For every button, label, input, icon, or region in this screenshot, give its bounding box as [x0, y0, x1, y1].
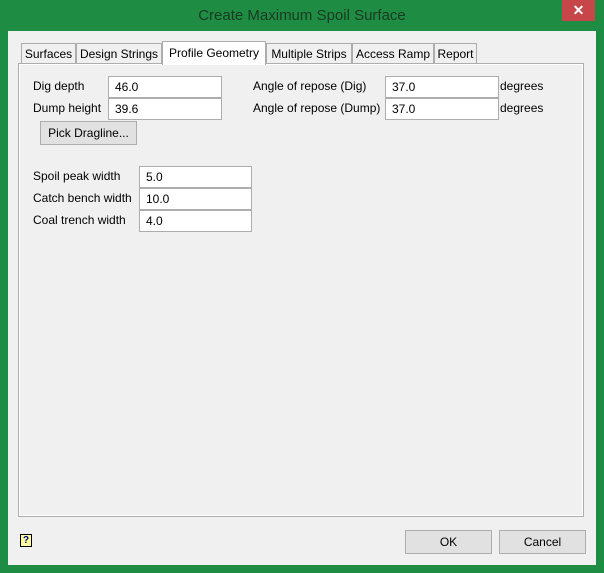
window-title: Create Maximum Spoil Surface — [198, 7, 406, 24]
close-button[interactable]: ✕ — [562, 0, 595, 21]
angle-dump-input[interactable]: 37.0 — [385, 98, 499, 120]
tab-profile-geometry[interactable]: Profile Geometry — [162, 41, 266, 65]
spoil-peak-input[interactable]: 5.0 — [139, 166, 252, 188]
dig-depth-label: Dig depth — [33, 79, 85, 93]
tab-report[interactable]: Report — [434, 43, 477, 63]
catch-bench-label: Catch bench width — [33, 191, 132, 205]
angle-dump-label: Angle of repose (Dump) — [253, 101, 381, 115]
tab-multiple-strips[interactable]: Multiple Strips — [266, 43, 352, 63]
angle-dump-unit: degrees — [500, 101, 544, 115]
tab-access-ramp[interactable]: Access Ramp — [352, 43, 434, 63]
tab-surfaces[interactable]: Surfaces — [21, 43, 76, 63]
coal-trench-input[interactable]: 4.0 — [139, 210, 252, 232]
dig-depth-input[interactable]: 46.0 — [108, 76, 222, 98]
angle-dig-label: Angle of repose (Dig) — [253, 79, 367, 93]
angle-dig-input[interactable]: 37.0 — [385, 76, 499, 98]
tab-design-strings[interactable]: Design Strings — [76, 43, 162, 63]
pick-dragline-button[interactable]: Pick Dragline... — [40, 121, 137, 145]
angle-dig-unit: degrees — [500, 79, 544, 93]
spoil-peak-label: Spoil peak width — [33, 169, 121, 183]
dump-height-input[interactable]: 39.6 — [108, 98, 222, 120]
coal-trench-label: Coal trench width — [33, 213, 126, 227]
ok-button[interactable]: OK — [405, 530, 492, 554]
help-icon[interactable]: ? — [20, 534, 32, 547]
catch-bench-input[interactable]: 10.0 — [139, 188, 252, 210]
cancel-button[interactable]: Cancel — [499, 530, 586, 554]
dump-height-label: Dump height — [33, 101, 102, 115]
